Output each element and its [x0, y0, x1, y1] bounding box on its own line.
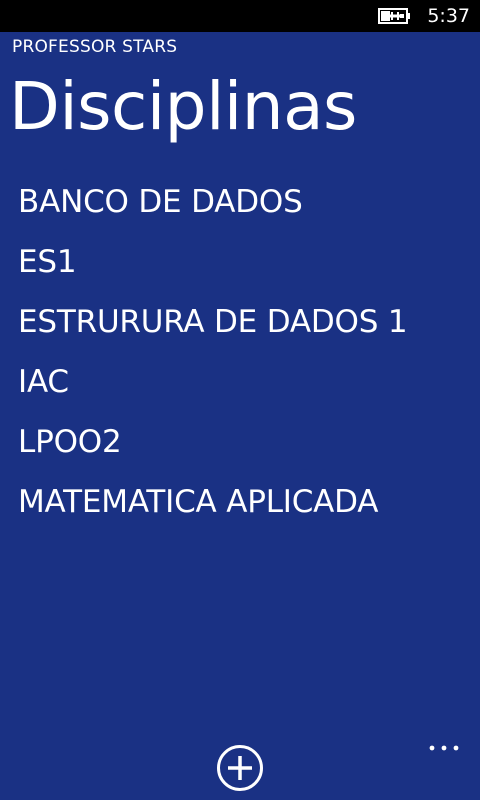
subject-item-label: ES1	[18, 244, 77, 280]
app-title: PROFESSOR STARS	[12, 37, 178, 57]
status-bar: 5:37	[0, 0, 480, 32]
plus-circle-icon	[217, 745, 263, 791]
subject-list: BANCO DE DADOS ES1 ESTRURURA DE DADOS 1 …	[0, 172, 480, 532]
ellipsis-icon	[429, 745, 459, 751]
app-bar	[0, 728, 480, 800]
more-options-button[interactable]	[428, 738, 460, 758]
page-title: Disciplinas	[9, 68, 357, 145]
subject-item-label: MATEMATICA APLICADA	[18, 484, 379, 520]
add-button[interactable]	[216, 744, 264, 792]
battery-charging-icon	[378, 8, 410, 24]
status-clock: 5:37	[427, 5, 470, 27]
subject-item-lpoo2[interactable]: LPOO2	[0, 412, 480, 472]
subject-item-es1[interactable]: ES1	[0, 232, 480, 292]
subject-item-label: ESTRURURA DE DADOS 1	[18, 304, 408, 340]
subject-item-label: LPOO2	[18, 424, 122, 460]
subject-item-label: BANCO DE DADOS	[18, 184, 303, 220]
subject-item-banco-de-dados[interactable]: BANCO DE DADOS	[0, 172, 480, 232]
subject-item-estrurura-de-dados-1[interactable]: ESTRURURA DE DADOS 1	[0, 292, 480, 352]
screen: 5:37 PROFESSOR STARS Disciplinas BANCO D…	[0, 0, 480, 800]
subject-item-label: IAC	[18, 364, 69, 400]
subject-item-matematica-aplicada[interactable]: MATEMATICA APLICADA	[0, 472, 480, 532]
subject-item-iac[interactable]: IAC	[0, 352, 480, 412]
